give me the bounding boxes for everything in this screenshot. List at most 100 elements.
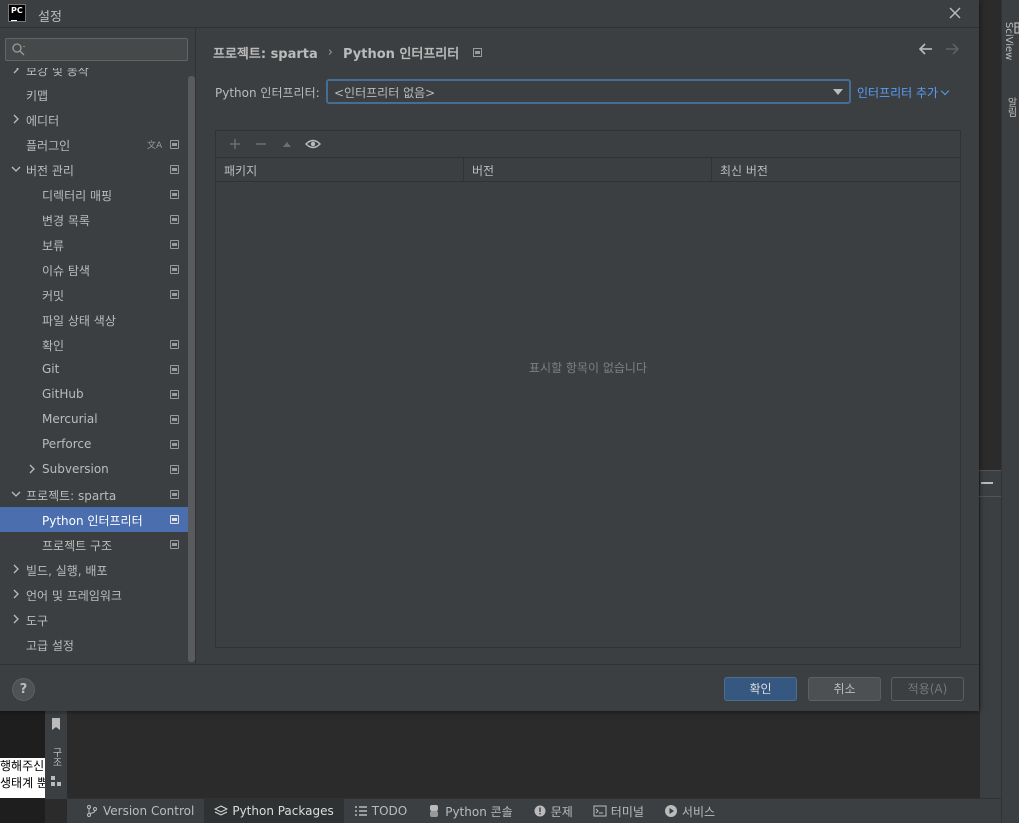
chevron-right-icon[interactable] (11, 564, 21, 574)
tree-item-label: 언어 및 프레임워크 (26, 589, 122, 603)
add-interpreter-link[interactable]: 인터프리터 추가 (857, 84, 950, 101)
show-latest-versions-button[interactable] (300, 134, 326, 154)
tree-item[interactable]: 언어 및 프레임워크 (0, 582, 188, 607)
project-scope-icon (170, 490, 179, 499)
ide-editor-area (979, 0, 1001, 470)
side-tool-notifications[interactable]: 알림 (1003, 97, 1019, 117)
tree-item-label: 커밋 (42, 289, 65, 303)
tree-item-label: 플러그인 (26, 139, 71, 153)
column-header-latest-version[interactable]: 최신 버전 (712, 158, 960, 181)
minimize-icon[interactable] (981, 482, 993, 484)
tree-item-label: GitHub (42, 387, 84, 401)
minus-icon (256, 143, 266, 145)
chevron-down-icon[interactable] (11, 164, 21, 174)
tree-item[interactable]: 버전 관리 (0, 157, 188, 182)
breadcrumb: 프로젝트: sparta › Python 인터프리터 (213, 43, 483, 62)
tree-item[interactable]: 보류 (0, 232, 188, 257)
cancel-button[interactable]: 취소 (808, 677, 881, 701)
back-arrow-icon[interactable] (917, 40, 935, 58)
tree-item[interactable]: 도구 (0, 607, 188, 632)
breadcrumb-parent[interactable]: 프로젝트: sparta (213, 43, 318, 62)
tree-item[interactable]: 이슈 탐색 (0, 257, 188, 282)
tree-item[interactable]: Python 인터프리터 (0, 507, 188, 532)
tree-item[interactable]: GitHub (0, 382, 188, 407)
tree-item[interactable]: 파일 상태 색상 (0, 307, 188, 332)
project-scope-icon (170, 165, 179, 174)
tree-item-label: Subversion (42, 462, 109, 476)
search-input[interactable] (30, 41, 180, 58)
uninstall-package-button[interactable] (248, 134, 274, 154)
ok-button[interactable]: 확인 (724, 677, 797, 701)
tool-tab-problems[interactable]: 문제 (523, 799, 583, 823)
tree-item-label: Python 인터프리터 (42, 514, 143, 528)
project-scope-icon (170, 340, 179, 349)
bookmark-icon[interactable] (49, 717, 63, 731)
sidebar-scrollbar[interactable] (188, 76, 195, 662)
tree-item[interactable]: 확인 (0, 332, 188, 357)
tree-item[interactable]: 디렉터리 매핑 (0, 182, 188, 207)
project-scope-icon (170, 140, 179, 149)
tree-item[interactable]: 키맵 (0, 82, 188, 107)
tool-tab-python-console[interactable]: Python 콘솔 (417, 799, 523, 823)
branch-icon (87, 805, 97, 817)
project-scope-icon (170, 265, 179, 274)
tree-item[interactable]: 빌드, 실행, 배포 (0, 557, 188, 582)
column-header-package[interactable]: 패키지 (216, 158, 464, 181)
tree-item[interactable]: 플러그인 文A (0, 132, 188, 157)
tree-item-label: 프로젝트: sparta (26, 489, 117, 503)
chevron-right-icon[interactable] (27, 464, 37, 474)
tree-item[interactable]: 프로젝트: sparta (0, 482, 188, 507)
column-header-version[interactable]: 버전 (464, 158, 712, 181)
triangle-up-icon (283, 142, 291, 147)
tree-item-label: 에디터 (26, 114, 60, 128)
tree-item-label: Git (42, 362, 60, 376)
settings-search-field[interactable] (5, 38, 188, 61)
play-icon (664, 805, 677, 817)
breadcrumb-current: Python 인터프리터 (342, 47, 460, 62)
tool-tab-terminal[interactable]: 터미널 (583, 799, 654, 823)
interpreter-dropdown[interactable]: <인터프리터 없음> (326, 79, 851, 104)
search-icon (12, 43, 25, 56)
tree-item[interactable]: 커밋 (0, 282, 188, 307)
tree-item[interactable]: Subversion (0, 457, 188, 482)
project-scope-icon (170, 365, 179, 374)
editor-preview-text: 행해주신 생태계 뿐 (0, 758, 45, 798)
tree-item[interactable]: 에디터 (0, 107, 188, 132)
tool-tab-services[interactable]: 서비스 (654, 799, 725, 823)
help-button[interactable]: ? (12, 678, 35, 701)
tool-tab-version-control[interactable]: Version Control (75, 799, 204, 823)
forward-arrow-icon[interactable] (943, 40, 961, 58)
install-package-button[interactable] (222, 134, 248, 154)
tree-item[interactable]: Git (0, 357, 188, 382)
tree-item-label: 고급 설정 (26, 639, 74, 653)
chevron-right-icon[interactable] (11, 614, 21, 624)
warning-icon (534, 805, 546, 817)
tree-item[interactable]: Mercurial (0, 407, 188, 432)
chevron-right-icon[interactable] (11, 589, 21, 599)
tree-item[interactable]: Perforce (0, 432, 188, 457)
chevron-right-icon[interactable] (11, 114, 21, 124)
tree-item[interactable]: 고급 설정 (0, 632, 188, 657)
tool-tab-todo[interactable]: TODO (344, 799, 417, 823)
tree-item[interactable]: 보강 및 동작 (0, 68, 188, 82)
close-button[interactable] (946, 4, 964, 22)
tree-item-label: 파일 상태 색상 (42, 314, 116, 328)
chevron-down-icon[interactable] (11, 489, 21, 499)
structure-tool-label[interactable]: 구조 (49, 746, 63, 768)
side-tool-label: 알림 (1005, 97, 1016, 117)
settings-tree: 보강 및 동작 키맵에디터플러그인 文A 버전 관리 디렉터리 매핑 변경 목록 보류 이슈 … (0, 68, 188, 664)
structure-icon[interactable] (49, 774, 63, 788)
chevron-right-icon[interactable] (11, 68, 21, 74)
project-scope-icon (170, 465, 179, 474)
dropdown-arrow-icon (833, 89, 843, 95)
side-tool-sciview[interactable]: SciView (1003, 22, 1019, 60)
packages-table: 패키지 버전 최신 버전 표시할 항목이 없습니다 (216, 157, 960, 647)
upgrade-package-button[interactable] (274, 134, 300, 154)
empty-table-message: 표시할 항목이 없습니다 (528, 361, 648, 375)
tree-item[interactable]: 변경 목록 (0, 207, 188, 232)
tree-item[interactable]: 프로젝트 구조 (0, 532, 188, 557)
apply-button[interactable]: 적용(A) (891, 677, 964, 701)
tool-tab-python-packages[interactable]: Python Packages (204, 798, 344, 823)
table-icon (1014, 22, 1019, 34)
dialog-titlebar[interactable]: PC 설정 (0, 0, 979, 28)
